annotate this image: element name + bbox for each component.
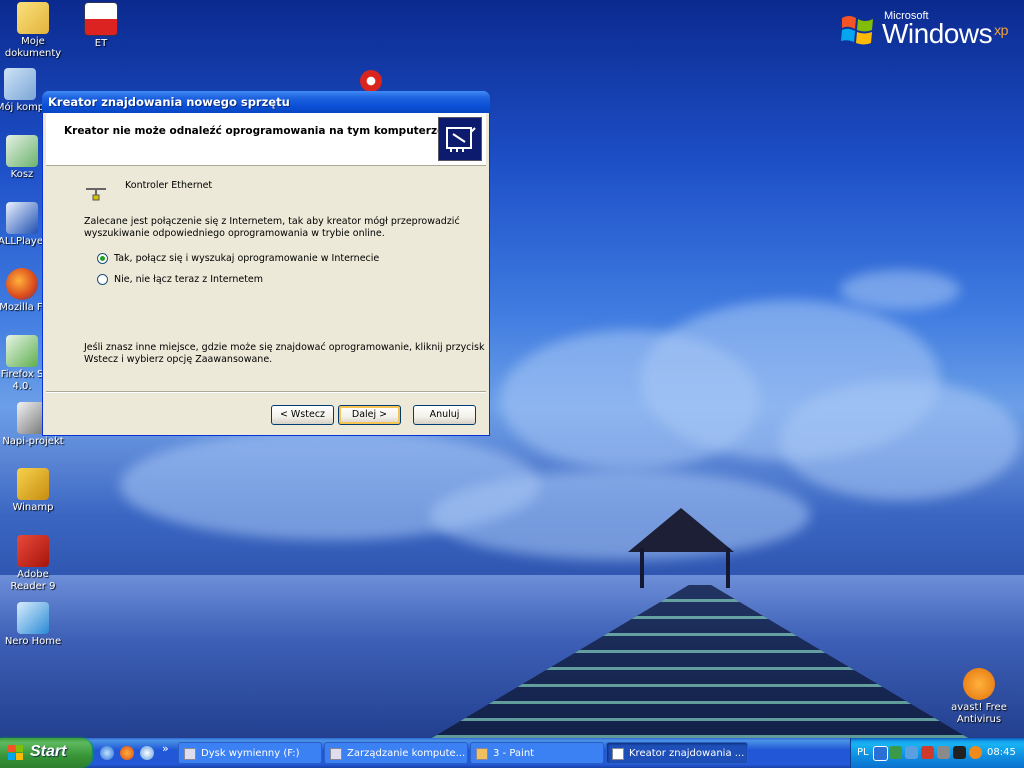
desktop-icon-label: ET bbox=[94, 38, 108, 49]
wallpaper-cloud bbox=[780, 380, 1020, 500]
paint-icon bbox=[476, 748, 488, 760]
tray-bluetooth-icon[interactable] bbox=[905, 746, 918, 759]
clock[interactable]: 08:45 bbox=[987, 747, 1016, 758]
option-connect-radio[interactable]: Tak, połącz się i wyszukaj oprogramowani… bbox=[97, 252, 380, 266]
desktop-icon-label: Kosz bbox=[10, 169, 34, 180]
computer-management-icon bbox=[330, 748, 342, 760]
desktop-icon-label: Mozilla Fi bbox=[0, 302, 45, 313]
intro-text-line1: Zalecane jest połączenie się z Internete… bbox=[84, 216, 460, 227]
device-name: Kontroler Ethernet bbox=[125, 180, 213, 191]
wizard-header-text: Kreator nie może odnaleźć oprogramowania… bbox=[64, 125, 479, 137]
desktop-icon-label: ALLPlayer bbox=[0, 236, 46, 247]
desktop-icon-label: Napi-projekt bbox=[2, 436, 64, 447]
task-label: Dysk wymienny (F:) bbox=[201, 748, 300, 759]
start-label: Start bbox=[30, 743, 67, 760]
desktop-icon-nero-home[interactable]: Nero Home bbox=[0, 602, 66, 648]
wizard-icon bbox=[612, 748, 624, 760]
option-no-connect-label: Nie, nie łącz teraz z Internetem bbox=[114, 274, 264, 285]
wallpaper-hut-base bbox=[640, 548, 730, 588]
quicklaunch-firefox-icon[interactable] bbox=[120, 746, 134, 760]
radio-button-checked[interactable] bbox=[97, 253, 108, 264]
wallpaper-cloud bbox=[430, 470, 810, 560]
desktop-icon-allplayer[interactable]: ALLPlayer bbox=[0, 202, 46, 248]
hint-text-line1: Jeśli znasz inne miejsce, gdzie może się… bbox=[84, 342, 485, 353]
firefox-setup-icon bbox=[6, 335, 38, 367]
quicklaunch-media-icon[interactable] bbox=[140, 746, 154, 760]
task-computer-management[interactable]: Zarządzanie kompute... bbox=[324, 742, 468, 764]
ethernet-controller-icon bbox=[86, 188, 106, 201]
wallpaper-cloud bbox=[840, 270, 960, 310]
desktop-icon-mozilla-firefox[interactable]: Mozilla Fi bbox=[0, 268, 46, 314]
firefox-icon bbox=[6, 268, 38, 300]
hardware-card-icon bbox=[438, 117, 482, 161]
tray-s-icon[interactable] bbox=[937, 746, 950, 759]
desktop-icon-my-documents[interactable]: Moje dokumenty bbox=[0, 2, 66, 60]
task-found-new-hardware-wizard[interactable]: Kreator znajdowania ... bbox=[606, 742, 748, 764]
windows-flag-icon bbox=[841, 16, 873, 45]
allplayer-icon bbox=[6, 202, 38, 234]
windows-flag-icon bbox=[8, 745, 23, 760]
desktop-icon-label: Mój komp bbox=[0, 102, 45, 113]
desktop-icon-firefox-setup[interactable]: Firefox S 4.0. bbox=[0, 335, 46, 393]
cancel-button[interactable]: Anuluj bbox=[413, 405, 476, 425]
desktop-icon-winamp[interactable]: Winamp bbox=[0, 468, 66, 514]
task-paint[interactable]: 3 - Paint bbox=[470, 742, 604, 764]
start-button[interactable]: Start bbox=[0, 738, 92, 768]
intro-text-line2: wyszukiwanie odpowiedniego oprogramowani… bbox=[84, 228, 385, 239]
tray-app-icon[interactable] bbox=[953, 746, 966, 759]
taskbar: Start » Dysk wymienny (F:) Zarządzanie k… bbox=[0, 738, 1024, 768]
drive-icon bbox=[184, 748, 196, 760]
desktop-icon-label: Nero Home bbox=[4, 636, 62, 647]
nero-home-icon bbox=[17, 602, 49, 634]
quicklaunch-chevron-icon[interactable]: » bbox=[162, 742, 169, 755]
avast-icon bbox=[963, 668, 995, 700]
desktop-icon-label: avast! Free Antivirus bbox=[951, 702, 1007, 725]
computer-icon bbox=[4, 68, 36, 100]
recycle-bin-icon bbox=[6, 135, 38, 167]
task-removable-disk[interactable]: Dysk wymienny (F:) bbox=[178, 742, 322, 764]
folder-documents-icon bbox=[17, 2, 49, 34]
desktop-icon-recycle-bin[interactable]: Kosz bbox=[0, 135, 44, 181]
window-title-bar[interactable]: Kreator znajdowania nowego sprzętu bbox=[42, 91, 490, 113]
found-new-hardware-wizard-window: Kreator znajdowania nowego sprzętu Kreat… bbox=[42, 91, 490, 436]
task-label: Zarządzanie kompute... bbox=[347, 748, 466, 759]
xp-word: xp bbox=[994, 22, 1008, 38]
tray-network-icon[interactable] bbox=[889, 746, 902, 759]
task-label: 3 - Paint bbox=[493, 748, 535, 759]
system-tray: PL 08:45 bbox=[850, 738, 1024, 768]
radio-button-unchecked[interactable] bbox=[97, 274, 108, 285]
desktop-icon-et[interactable]: ET bbox=[68, 2, 134, 50]
task-label: Kreator znajdowania ... bbox=[629, 748, 745, 759]
window-title: Kreator znajdowania nowego sprzętu bbox=[48, 95, 290, 109]
windows-word: Windows bbox=[882, 18, 993, 49]
hint-text-line2: Wstecz i wybierz opcję Zaawansowane. bbox=[84, 354, 273, 365]
app-icon-partial[interactable] bbox=[360, 70, 382, 92]
windows-text: Windows xp bbox=[882, 18, 1008, 50]
option-connect-label: Tak, połącz się i wyszukaj oprogramowani… bbox=[114, 253, 380, 264]
button-separator bbox=[46, 391, 486, 393]
winamp-icon bbox=[17, 468, 49, 500]
tray-security-icon[interactable] bbox=[921, 746, 934, 759]
quicklaunch-ie-icon[interactable] bbox=[100, 746, 114, 760]
tray-avast-icon[interactable] bbox=[969, 746, 982, 759]
back-button[interactable]: < Wstecz bbox=[271, 405, 334, 425]
desktop-icon-label: Winamp bbox=[12, 502, 54, 513]
desktop-icon-label: Adobe Reader 9 bbox=[10, 569, 56, 592]
desktop-icon-avast[interactable]: avast! Free Antivirus bbox=[944, 668, 1014, 726]
desktop-icon-adobe-reader[interactable]: Adobe Reader 9 bbox=[0, 535, 66, 593]
option-no-connect-radio[interactable]: Nie, nie łącz teraz z Internetem bbox=[97, 273, 377, 287]
next-button[interactable]: Dalej > bbox=[338, 405, 401, 425]
adobe-reader-icon bbox=[17, 535, 49, 567]
language-indicator[interactable]: PL bbox=[857, 747, 869, 758]
desktop-icon-my-computer[interactable]: Mój komp bbox=[0, 68, 46, 114]
tray-back-arrow-icon[interactable] bbox=[873, 746, 888, 761]
wizard-content: Kontroler Ethernet Zalecane jest połącze… bbox=[46, 166, 486, 386]
wizard-header: Kreator nie może odnaleźć oprogramowania… bbox=[46, 113, 486, 166]
desktop-icon-label: Moje dokumenty bbox=[4, 36, 62, 59]
flag-icon bbox=[84, 2, 118, 36]
desktop-icon-label: Firefox S 4.0. bbox=[0, 369, 44, 392]
